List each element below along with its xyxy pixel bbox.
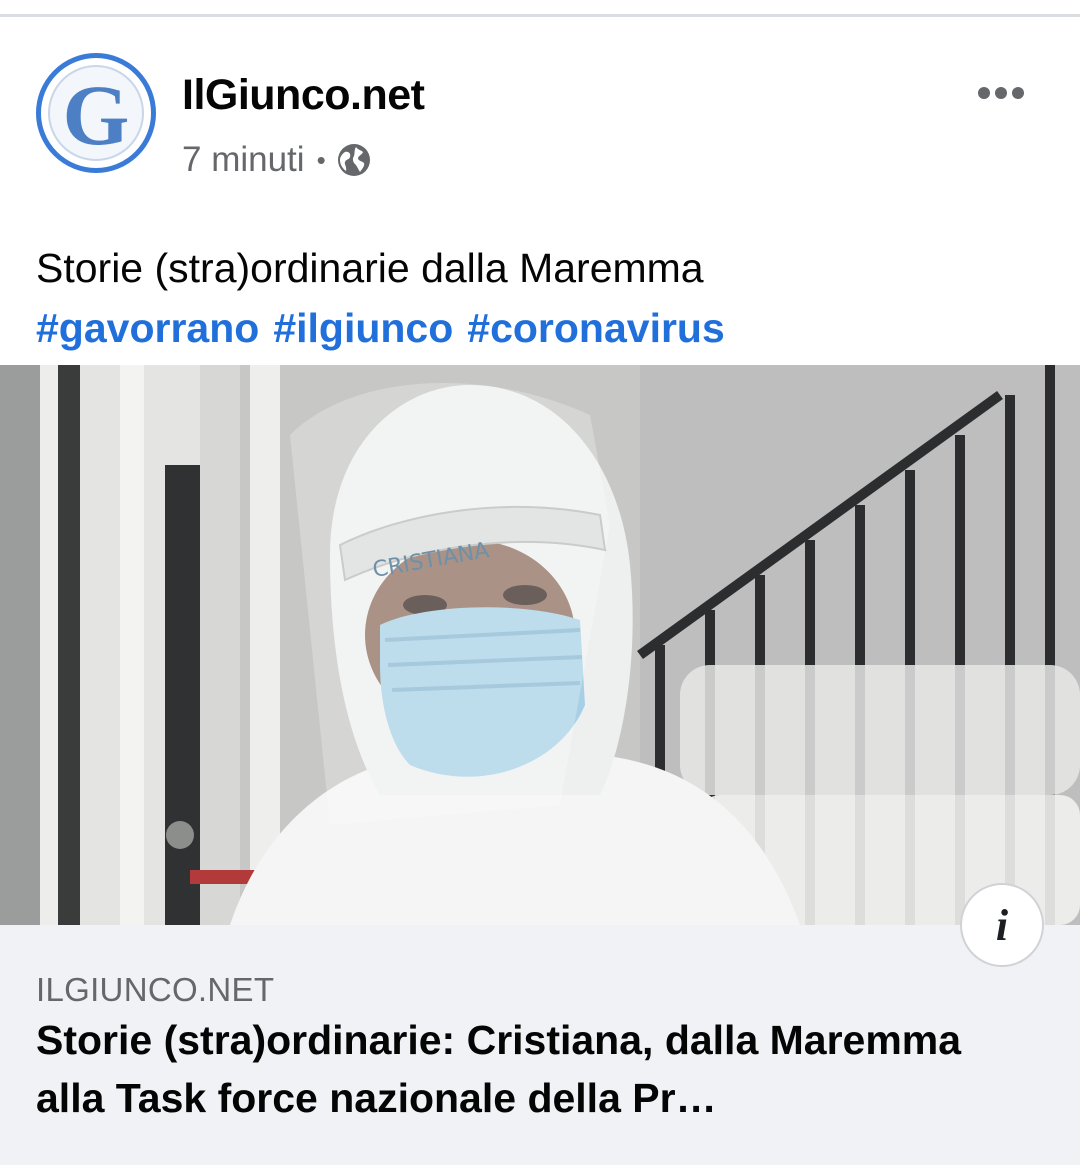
post-hashtags: #gavorrano #ilgiunco #coronavirus	[36, 297, 725, 359]
info-button[interactable]: i	[960, 883, 1044, 967]
more-horizontal-icon-dot	[1012, 87, 1024, 99]
info-icon: i	[995, 900, 1009, 950]
link-title[interactable]: Storie (stra)ordinarie: Cristiana, dalla…	[36, 1011, 1036, 1127]
page-avatar[interactable]: G	[36, 53, 156, 173]
globe-icon	[337, 144, 370, 176]
page-name[interactable]: IlGiunco.net	[182, 71, 425, 120]
link-domain: ILGIUNCO.NET	[36, 971, 275, 1008]
hashtag-link[interactable]: #gavorrano	[36, 297, 259, 359]
avatar-logo: G	[48, 65, 144, 161]
post-meta: 7 minuti •	[182, 138, 372, 182]
more-horizontal-icon	[978, 87, 990, 99]
hashtag-link[interactable]: #ilgiunco	[273, 297, 453, 359]
post-text: Storie (stra)ordinarie dalla Maremma	[36, 245, 704, 291]
link-preview-image[interactable]: CRISTIANA	[0, 365, 1080, 925]
avatar-logo-letter: G	[62, 67, 130, 163]
more-horizontal-icon-dot	[995, 87, 1007, 99]
facebook-post: G IlGiunco.net 7 minuti • Storie (stra)o…	[0, 17, 1080, 1165]
link-preview-card[interactable]: ILGIUNCO.NET Storie (stra)ordinarie: Cri…	[0, 925, 1080, 1165]
meta-separator: •	[316, 144, 326, 175]
post-timestamp[interactable]: 7 minuti	[182, 140, 305, 180]
photo-illustration: CRISTIANA	[0, 365, 1080, 925]
more-options-button[interactable]	[966, 73, 1036, 113]
hashtag-link[interactable]: #coronavirus	[467, 297, 725, 359]
